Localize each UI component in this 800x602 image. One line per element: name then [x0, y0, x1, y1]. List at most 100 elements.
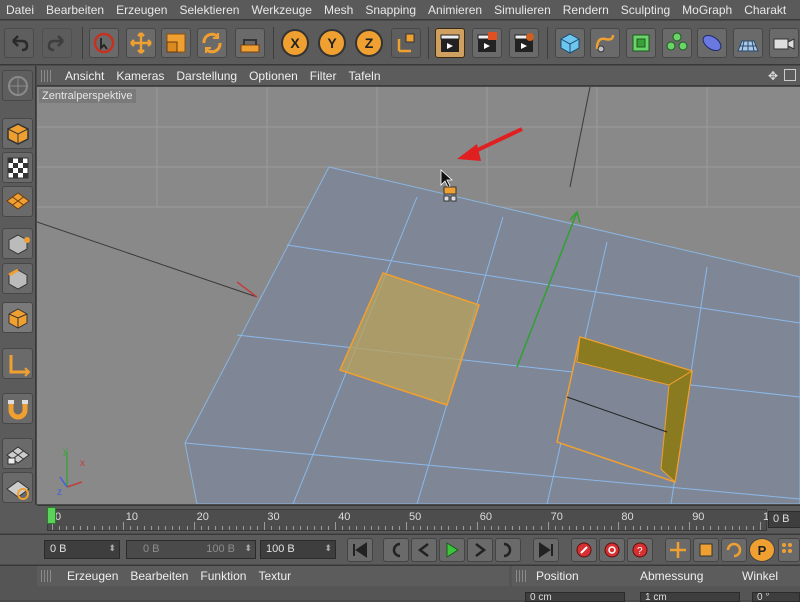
points-mode-icon[interactable] [2, 228, 33, 259]
viewport-menu-item[interactable]: Filter [306, 69, 345, 83]
edges-mode-icon[interactable] [2, 263, 33, 294]
panel-grip-icon[interactable] [516, 570, 528, 582]
viewport-menu-item[interactable]: Tafeln [344, 69, 388, 83]
cube-icon[interactable] [555, 28, 585, 58]
preview-range-field[interactable]: 0 B 100 B ⬍ [126, 540, 256, 559]
go-to-end-icon[interactable] [533, 538, 559, 562]
menu-item[interactable]: Datei [0, 3, 40, 17]
timeline[interactable]: 0102030405060708090100 [37, 505, 800, 533]
record-keys-icon[interactable] [571, 538, 597, 562]
record-rotation-icon[interactable] [721, 538, 747, 562]
scale-icon[interactable] [161, 28, 191, 58]
menu-item[interactable]: MoGraph [676, 3, 738, 17]
viewport-menu-item[interactable]: Ansicht [61, 69, 112, 83]
snap-magnet-icon[interactable] [2, 393, 33, 424]
timeline-minor-tick [745, 526, 747, 530]
prev-key-icon[interactable] [383, 538, 409, 562]
render-picture-icon[interactable] [472, 28, 502, 58]
timeline-tick [406, 522, 407, 530]
texture-mode-icon[interactable] [2, 152, 33, 183]
play-icon[interactable] [439, 538, 465, 562]
last-tool-icon[interactable] [235, 28, 265, 58]
array-icon[interactable] [662, 28, 692, 58]
floor-icon[interactable] [733, 28, 763, 58]
menu-item[interactable]: Animieren [422, 3, 488, 17]
timeline-minor-tick [526, 526, 528, 530]
timeline-minor-tick [441, 526, 443, 530]
autokeying-icon[interactable] [599, 538, 625, 562]
make-editable-icon[interactable] [2, 70, 33, 101]
menu-item[interactable]: Selektieren [173, 3, 245, 17]
viewport-layout-icon[interactable] [784, 69, 796, 81]
viewport-menu-item[interactable]: Darstellung [172, 69, 245, 83]
record-pla-icon[interactable] [778, 538, 800, 562]
3d-viewport[interactable]: y x z Zentralperspektive [37, 87, 800, 504]
live-selection-icon[interactable] [89, 28, 119, 58]
current-frame-field[interactable]: 0 B [768, 511, 800, 528]
viewport-scene[interactable]: y x z [37, 87, 800, 504]
rotation-h-field[interactable]: 0 ° [752, 592, 800, 602]
end-frame-field[interactable]: 100 B ⬍ [260, 540, 336, 559]
model-mode-icon[interactable] [2, 118, 33, 149]
object-axis-icon[interactable] [2, 348, 33, 379]
timeline-minor-tick [590, 526, 592, 530]
material-menu-item[interactable]: Funktion [194, 569, 252, 583]
panel-grip-icon[interactable] [41, 570, 53, 582]
go-to-start-icon[interactable] [347, 538, 373, 562]
x-axis-icon[interactable]: X [281, 29, 309, 57]
workplane-mode-icon[interactable] [2, 186, 33, 217]
record-scale-icon[interactable] [693, 538, 719, 562]
record-position-icon[interactable] [665, 538, 691, 562]
position-x-field[interactable]: 0 cm [525, 592, 625, 602]
timeline-playhead[interactable] [47, 507, 56, 524]
spline-icon[interactable] [590, 28, 620, 58]
menu-item[interactable]: Charakt [738, 3, 792, 17]
workplane-lock-icon[interactable] [2, 438, 33, 469]
keyframe-selection-icon[interactable]: ? [627, 538, 653, 562]
next-frame-icon[interactable] [467, 538, 493, 562]
material-menu-item[interactable]: Erzeugen [61, 569, 124, 583]
material-menu-item[interactable]: Textur [252, 569, 297, 583]
start-frame-field[interactable]: 0 B ⬍ [44, 540, 120, 559]
timeline-ruler[interactable]: 0102030405060708090100 [47, 509, 781, 531]
menu-item[interactable]: Erzeugen [110, 3, 173, 17]
z-axis-icon[interactable]: Z [355, 29, 383, 57]
timeline-minor-tick [158, 526, 160, 530]
coordinate-system-icon[interactable] [391, 28, 421, 58]
render-view-icon[interactable] [435, 28, 465, 58]
polygons-mode-icon[interactable] [2, 302, 33, 333]
menu-item[interactable]: Werkzeuge [245, 3, 317, 17]
camera-icon[interactable] [769, 28, 799, 58]
panel-grip-icon[interactable] [41, 69, 53, 82]
timeline-minor-tick [597, 526, 599, 530]
deformer-icon[interactable] [697, 28, 727, 58]
render-settings-icon[interactable] [509, 28, 539, 58]
mouse-cursor-icon [440, 169, 454, 188]
rotate-icon[interactable] [197, 28, 227, 58]
next-key-icon[interactable] [495, 538, 521, 562]
menu-item[interactable]: Rendern [557, 3, 615, 17]
workplane-rotate-icon[interactable] [2, 472, 33, 503]
menu-item[interactable]: Sculpting [615, 3, 676, 17]
viewport-menu-item[interactable]: Kameras [112, 69, 172, 83]
cursor-tool-icon [443, 186, 457, 195]
timeline-minor-tick [420, 526, 422, 530]
prev-frame-icon[interactable] [411, 538, 437, 562]
undo-icon[interactable] [4, 28, 34, 58]
plane-object[interactable] [184, 166, 800, 504]
nurbs-icon[interactable] [626, 28, 656, 58]
viewport-menu-item[interactable]: Optionen [245, 69, 306, 83]
material-menu-item[interactable]: Bearbeiten [124, 569, 194, 583]
menu-item[interactable]: Mesh [318, 3, 359, 17]
viewport-nav-icon[interactable]: ✥ [768, 69, 778, 83]
size-x-field[interactable]: 1 cm [640, 592, 740, 602]
move-icon[interactable] [126, 28, 156, 58]
timeline-minor-tick [639, 526, 641, 530]
menu-item[interactable]: Snapping [359, 3, 422, 17]
menu-item[interactable]: Simulieren [488, 3, 557, 17]
redo-icon[interactable] [42, 28, 72, 58]
record-parameter-icon[interactable]: P [749, 538, 775, 562]
y-axis-icon[interactable]: Y [318, 29, 346, 57]
menu-item[interactable]: Bearbeiten [40, 3, 110, 17]
timeline-minor-tick [129, 526, 131, 530]
